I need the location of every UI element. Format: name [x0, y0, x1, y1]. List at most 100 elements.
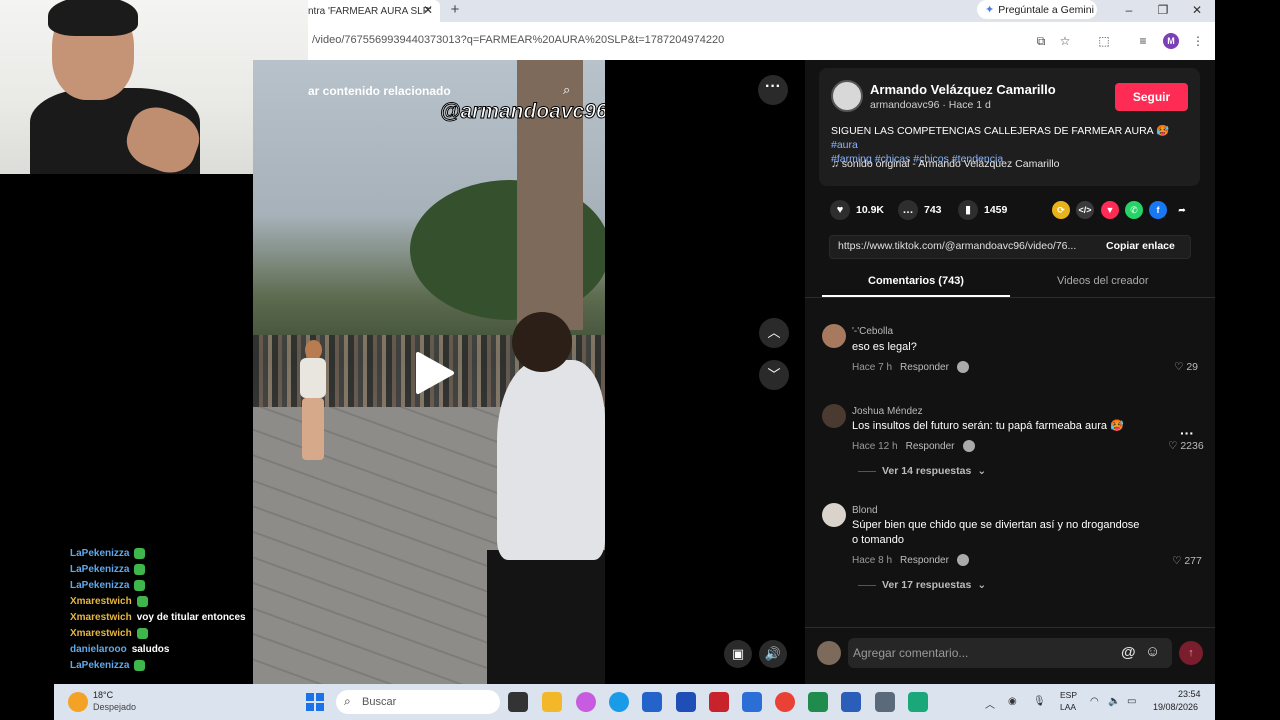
related-search-text[interactable]: ar contenido relacionado — [308, 84, 451, 98]
comment-avatar[interactable] — [822, 503, 846, 527]
sound-link[interactable]: ♫ sonido original - Armando Velázquez Ca… — [831, 158, 1060, 170]
taskbar-search-label[interactable]: Buscar — [362, 696, 396, 708]
comment-stat[interactable]: … 743 — [898, 200, 942, 220]
microphone-icon[interactable]: 🎙 — [1033, 696, 1046, 707]
comment-like[interactable]: ♡ 29 — [1174, 361, 1198, 373]
word-icon[interactable] — [841, 692, 861, 712]
browser-menu-icon[interactable]: ⋮ — [1190, 33, 1206, 49]
chat-username[interactable]: Xmarestwich — [70, 612, 132, 623]
gift-icon[interactable] — [962, 440, 975, 452]
author-name[interactable]: Armando Velázquez Camarillo — [870, 82, 1056, 97]
mention-icon[interactable]: @ — [1121, 644, 1136, 661]
author-handle[interactable]: armandoavc96 · Hace 1 d — [870, 99, 991, 111]
media-control-icon[interactable]: ≡ — [1135, 33, 1151, 49]
follow-button[interactable]: Seguir — [1115, 83, 1188, 111]
gemini-button[interactable]: ✦ Pregúntale a Gemini — [977, 0, 1097, 19]
tray-app-icon[interactable]: ◉ — [1008, 696, 1017, 707]
comment-placeholder[interactable]: Agregar comentario... — [853, 646, 968, 660]
copilot-icon[interactable] — [576, 692, 596, 712]
file-explorer-icon[interactable] — [542, 692, 562, 712]
new-tab-button[interactable]: + — [447, 1, 463, 19]
url-field[interactable]: /video/7675569939440373013?q=FARMEAR%20A… — [312, 34, 724, 46]
tab-creator-videos[interactable]: Videos del creador — [1057, 275, 1149, 287]
minimize-icon[interactable]: – — [1116, 0, 1142, 20]
clock-date[interactable]: 19/08/2026 — [1153, 702, 1198, 712]
clock-time[interactable]: 23:54 — [1178, 689, 1201, 699]
comment-user[interactable]: '-'Cebolla — [852, 326, 893, 337]
like-stat[interactable]: ♥ 10.9K — [830, 200, 884, 220]
comment-avatar[interactable] — [822, 404, 846, 428]
facebook-icon[interactable]: f — [1149, 201, 1167, 219]
comment-like[interactable]: ♡ 2236 — [1168, 440, 1204, 452]
chat-username[interactable]: Xmarestwich — [70, 596, 132, 607]
windows-start-icon[interactable] — [306, 693, 324, 711]
save-stat[interactable]: ▮ 1459 — [958, 200, 1007, 220]
play-icon[interactable] — [412, 350, 456, 396]
weather-temp[interactable]: 18°C — [93, 690, 113, 700]
chat-username[interactable]: LaPekenizza — [70, 660, 129, 671]
profile-avatar[interactable]: M — [1163, 33, 1179, 49]
wifi-icon[interactable]: ◠ — [1090, 696, 1099, 707]
input-layout[interactable]: LAA — [1060, 702, 1076, 712]
speaker-icon[interactable]: 🔈 — [1108, 696, 1120, 707]
bookmark-star-icon[interactable]: ☆ — [1057, 33, 1073, 49]
comment-like[interactable]: ♡ 277 — [1172, 555, 1202, 567]
mcafee-icon[interactable] — [709, 692, 729, 712]
reply-button[interactable]: Responder — [906, 441, 955, 452]
weather-moon-icon[interactable] — [68, 692, 88, 712]
close-window-icon[interactable]: ✕ — [1184, 0, 1210, 20]
app-icon[interactable] — [908, 692, 928, 712]
battery-icon[interactable]: ▭ — [1127, 696, 1136, 707]
emoji-icon[interactable]: ☺ — [1145, 643, 1160, 660]
taskbar-search[interactable] — [336, 690, 500, 714]
send-icon[interactable]: ▼ — [1101, 201, 1119, 219]
whatsapp-icon[interactable]: ✆ — [1125, 201, 1143, 219]
extensions-icon[interactable]: ⬚ — [1096, 33, 1112, 49]
reply-button[interactable]: Responder — [900, 362, 949, 373]
embed-icon[interactable]: </> — [1076, 201, 1094, 219]
weather-desc[interactable]: Despejado — [93, 702, 136, 712]
translate-icon[interactable]: ⧉ — [1033, 33, 1049, 49]
chat-username[interactable]: LaPekenizza — [70, 580, 129, 591]
share-arrow-icon[interactable]: ➦ — [1173, 201, 1191, 219]
edge-icon[interactable] — [609, 692, 629, 712]
miniplayer-icon[interactable]: ▣ — [724, 640, 752, 668]
input-language[interactable]: ESP — [1060, 690, 1077, 700]
chat-username[interactable]: Xmarestwich — [70, 628, 132, 639]
gift-icon[interactable] — [956, 361, 969, 373]
more-options-icon[interactable]: ··· — [758, 75, 788, 105]
chat-username[interactable]: LaPekenizza — [70, 548, 129, 559]
author-avatar[interactable] — [831, 80, 863, 112]
app-icon[interactable] — [676, 692, 696, 712]
send-comment-icon[interactable]: ↑ — [1179, 641, 1203, 665]
comment-avatar[interactable] — [822, 324, 846, 348]
calculator-icon[interactable] — [875, 692, 895, 712]
reply-button[interactable]: Responder — [900, 555, 949, 566]
tab-comments[interactable]: Comentarios (743) — [868, 275, 964, 287]
comment-more-icon[interactable]: ··· — [1180, 425, 1194, 441]
previous-video-icon[interactable]: ︿ — [759, 318, 789, 348]
repost-icon[interactable]: ⟳ — [1052, 201, 1070, 219]
post-link[interactable]: https://www.tiktok.com/@armandoavc96/vid… — [838, 240, 1094, 252]
search-icon[interactable]: ⌕ — [563, 82, 579, 98]
restore-icon[interactable]: ❐ — [1150, 0, 1176, 20]
copy-link-button[interactable]: Copiar enlace — [1106, 240, 1175, 252]
view-replies[interactable]: Ver 14 respuestas ⌄ — [858, 465, 986, 477]
view-replies[interactable]: Ver 17 respuestas ⌄ — [858, 579, 986, 591]
volume-icon[interactable]: 🔊 — [759, 640, 787, 668]
outlook-icon[interactable] — [742, 692, 762, 712]
tab-close-icon[interactable]: ✕ — [421, 2, 435, 18]
chrome-icon[interactable] — [775, 692, 795, 712]
excel-icon[interactable] — [808, 692, 828, 712]
chat-username[interactable]: LaPekenizza — [70, 564, 129, 575]
task-view-icon[interactable] — [508, 692, 528, 712]
store-icon[interactable] — [642, 692, 662, 712]
comment-user[interactable]: Joshua Méndez — [852, 406, 923, 417]
next-video-icon[interactable]: ﹀ — [759, 360, 789, 390]
gift-icon[interactable] — [956, 554, 969, 566]
tab-active[interactable]: ntra 'FARMEAR AURA SLP' — [300, 0, 440, 22]
hashtag-aura[interactable]: #aura — [831, 139, 858, 151]
comment-user[interactable]: Blond — [852, 505, 878, 516]
chat-username[interactable]: danielarooo — [70, 644, 127, 655]
tray-chevron-icon[interactable]: ︿ — [985, 696, 995, 711]
